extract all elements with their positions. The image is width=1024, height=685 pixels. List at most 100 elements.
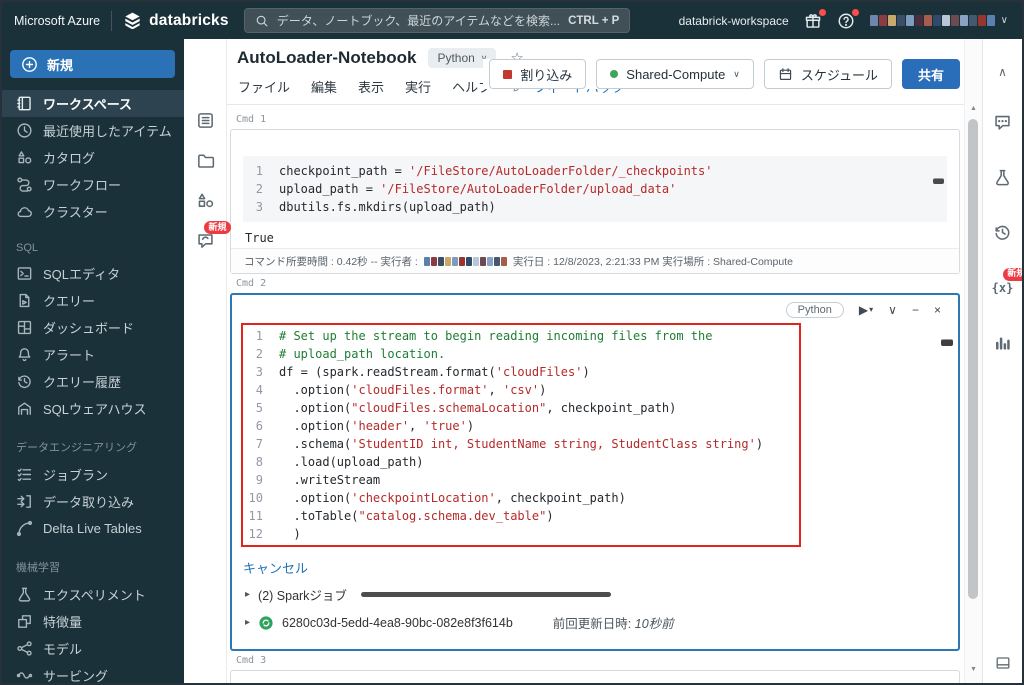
sidebar-item-dashboards[interactable]: ダッシュボード — [2, 314, 184, 341]
cell-cmd2-selected[interactable]: Python ▶ ▾ ∨ − × 1 # Set up the stream to… — [230, 293, 960, 651]
line-number: 1 — [255, 329, 263, 343]
line-number: 8 — [255, 455, 263, 469]
cmd2-toolbar: Python ▶ ▾ ∨ − × — [785, 302, 941, 318]
sidebar-item-ingestion[interactable]: データ取り込み — [2, 488, 184, 515]
right-panel-rail: ∧ 新規 {x} — [982, 39, 1022, 683]
bottom-panel-toggle-icon[interactable] — [994, 655, 1012, 671]
line-number: 2 — [255, 182, 263, 196]
sidebar-item-queries[interactable]: クエリー — [2, 287, 184, 314]
user-menu[interactable]: ∨ — [869, 15, 1008, 26]
variable-explorer-icon[interactable]: 新規 {x} — [992, 268, 1022, 297]
run-cell-button[interactable]: ▶ ▾ — [859, 304, 873, 316]
sidebar-item-label: ジョブラン — [43, 468, 109, 483]
sidebar-item-label: クエリー履歴 — [43, 375, 122, 390]
code-line: 3 dbutils.fs.mkdirs(upload_path) — [243, 198, 947, 216]
databricks-logo[interactable]: databricks — [123, 12, 229, 30]
sidebar-item-experiments[interactable]: エクスペリメント — [2, 581, 184, 608]
editor-scrollbar-thumb[interactable] — [941, 339, 953, 346]
clusters-icon — [16, 203, 33, 220]
collapse-header-chevron[interactable]: ∧ — [998, 65, 1007, 79]
experiments-flask-icon[interactable] — [993, 168, 1012, 187]
menu-file[interactable]: ファイル — [238, 77, 290, 96]
minimize-cell-icon[interactable]: − — [912, 304, 919, 316]
sidebar-item-jobruns[interactable]: ジョブラン — [2, 461, 184, 488]
workspace-name[interactable]: databrick-workspace — [679, 14, 789, 28]
azure-logo[interactable]: Microsoft Azure — [14, 14, 100, 28]
notebook-content: Cmd 1 1 checkpoint_path = '/FileStore/Aut… — [227, 105, 964, 683]
caret-down-icon: ▾ — [869, 305, 874, 314]
spark-jobs-label[interactable]: (2) Sparkジョブ — [258, 585, 347, 604]
search-shortcut: CTRL + P — [568, 14, 620, 27]
spark-jobs-row: ▸ (2) Sparkジョブ — [245, 585, 611, 604]
new-badge: 新規 — [204, 221, 231, 234]
sidebar-item-models[interactable]: モデル — [2, 635, 184, 662]
chevron-down-icon[interactable]: ∨ — [888, 304, 897, 316]
catalog-icon[interactable] — [196, 191, 215, 210]
cmd2-code-editor-highlighted[interactable]: 1 # Set up the stream to begin reading in… — [241, 323, 801, 547]
scroll-down-arrow[interactable]: ▼ — [970, 666, 977, 673]
sidebar-item-label: クエリー — [43, 294, 96, 309]
global-search-input[interactable]: データ、ノートブック、最近のアイテムなどを検索... CTRL + P — [243, 8, 631, 33]
folder-icon[interactable] — [196, 151, 215, 170]
sidebar-item-recents[interactable]: 最近使用したアイテム — [2, 117, 184, 144]
table-of-contents-icon[interactable] — [196, 111, 215, 130]
sidebar-item-dlt[interactable]: Delta Live Tables — [2, 515, 184, 542]
menu-edit[interactable]: 編集 — [311, 77, 337, 96]
workflows-icon — [16, 176, 33, 193]
help-icon[interactable] — [837, 8, 859, 30]
cancel-link[interactable]: キャンセル — [243, 558, 308, 577]
scroll-up-arrow[interactable]: ▲ — [970, 105, 977, 112]
comments-history-icon[interactable]: 新規 — [196, 221, 231, 250]
code-line: 2 upload_path = '/FileStore/AutoLoaderFol… — [243, 180, 947, 198]
expander-triangle-icon[interactable]: ▸ — [245, 589, 250, 600]
code-line: 6 .option('header', 'true') — [243, 417, 799, 435]
sidebar-item-qhistory[interactable]: クエリー履歴 — [2, 368, 184, 395]
ingestion-icon — [16, 493, 33, 510]
recents-icon — [16, 122, 33, 139]
share-button[interactable]: 共有 — [901, 59, 960, 89]
dashboards-icon — [16, 319, 33, 336]
line-number: 6 — [255, 419, 263, 433]
revision-history-icon[interactable] — [993, 223, 1012, 242]
line-number: 3 — [255, 200, 263, 214]
sidebar-item-serving[interactable]: サービング — [2, 662, 184, 683]
close-cell-icon[interactable]: × — [934, 304, 941, 316]
cell-language-pill[interactable]: Python — [785, 302, 844, 318]
search-placeholder: データ、ノートブック、最近のアイテムなどを検索... — [276, 14, 561, 28]
interrupt-button[interactable]: 割り込み — [489, 59, 587, 89]
sidebar-item-workflows[interactable]: ワークフロー — [2, 171, 184, 198]
schedule-button[interactable]: スケジュール — [763, 59, 892, 89]
new-button[interactable]: 新規 — [10, 50, 175, 78]
sidebar-item-catalog[interactable]: カタログ — [2, 144, 184, 171]
sidebar-item-label: エクスペリメント — [43, 588, 146, 603]
gift-icon[interactable] — [804, 8, 826, 30]
cmd1-code-editor[interactable]: 1 checkpoint_path = '/FileStore/AutoLoade… — [243, 156, 947, 222]
menu-view[interactable]: 表示 — [358, 77, 384, 96]
code-line: 9 .writeStream — [243, 471, 799, 489]
notebook-title[interactable]: AutoLoader-Notebook — [237, 48, 416, 68]
compute-selector[interactable]: Shared-Compute ∨ — [596, 59, 754, 89]
sidebar-item-workspace[interactable]: ワークスペース — [2, 90, 184, 117]
sidebar-item-label: 最近使用したアイテム — [43, 124, 172, 139]
scrollbar-thumb[interactable] — [968, 119, 978, 599]
sidebar-item-sqleditor[interactable]: SQLエディタ — [2, 260, 184, 287]
menu-run[interactable]: 実行 — [405, 77, 431, 96]
sidebar-section-header: 機械学習 — [16, 562, 60, 574]
code-line: 3 df = (spark.readStream.format('cloudFil… — [243, 363, 799, 381]
code-line: 7 .schema('StudentID int, StudentName st… — [243, 435, 799, 453]
cell-cmd1[interactable]: 1 checkpoint_path = '/FileStore/AutoLoade… — [230, 129, 960, 274]
stream-running-icon — [258, 615, 274, 631]
alerts-icon — [16, 346, 33, 363]
comments-icon[interactable] — [993, 113, 1012, 132]
stream-id[interactable]: 6280c03d-5edd-4ea8-90bc-082e8f3f614b — [282, 616, 513, 630]
sidebar-item-warehouses[interactable]: SQLウェアハウス — [2, 395, 184, 422]
libraries-chart-icon[interactable] — [993, 333, 1012, 352]
sidebar-item-clusters[interactable]: クラスター — [2, 198, 184, 225]
chevron-down-icon: ∨ — [733, 68, 740, 79]
cell-cmd3[interactable] — [230, 670, 960, 683]
sidebar-item-features[interactable]: 特徴量 — [2, 608, 184, 635]
editor-scrollbar-thumb[interactable] — [933, 178, 944, 184]
sidebar-item-alerts[interactable]: アラート — [2, 341, 184, 368]
expander-triangle-icon[interactable]: ▸ — [245, 617, 250, 628]
sidebar-sections: ワークスペース 最近使用したアイテム カタログ ワークフロー クラスター SQL SQLエデ… — [2, 90, 184, 683]
